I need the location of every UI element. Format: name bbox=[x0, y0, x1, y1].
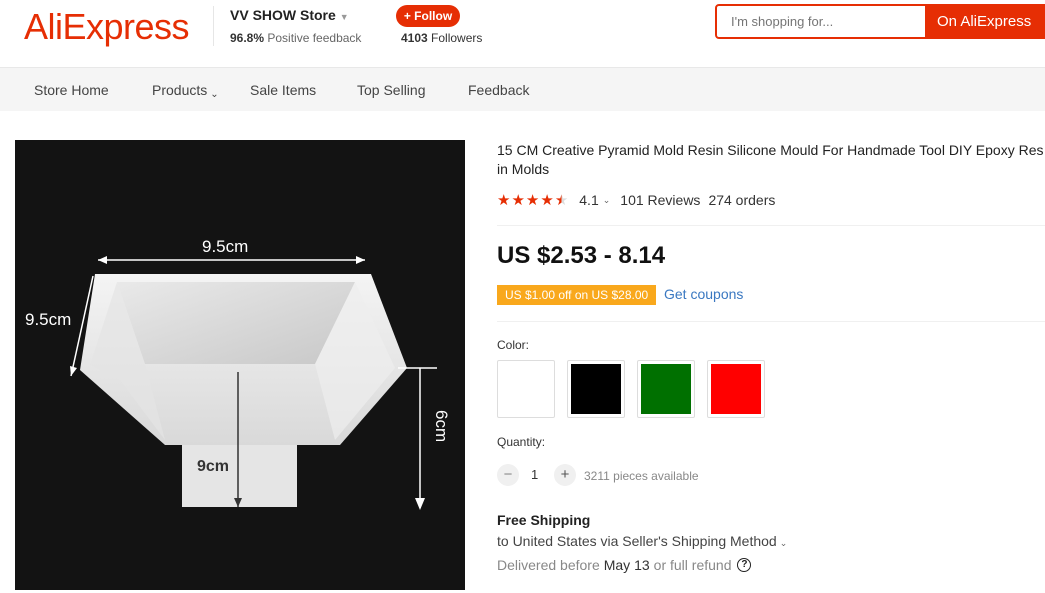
pyramid-mold-photo: 9.5cm 9.5cm 6cm 9cm bbox=[25, 237, 451, 510]
follow-button[interactable]: + Follow bbox=[396, 5, 460, 27]
star-icon: ★ bbox=[497, 191, 511, 209]
swatch-fill bbox=[571, 364, 621, 414]
feedback-text: Positive feedback bbox=[267, 31, 362, 45]
dimension-label-inner: 9cm bbox=[197, 458, 229, 475]
shipping-method[interactable]: to United States via Seller's Shipping M… bbox=[497, 533, 787, 549]
color-label: Color: bbox=[497, 338, 530, 352]
delivered-suffix: or full refund bbox=[653, 557, 732, 573]
store-name-label: VV SHOW Store bbox=[230, 7, 336, 23]
store-header: AliExpress VV SHOW Store ▼ 96.8% Positive… bbox=[0, 0, 1045, 67]
rating-row: ★ ★ ★ ★ ★ 4.1 ⌄ 101 Reviews 274 orders bbox=[497, 191, 775, 209]
search-bar: On AliExpress bbox=[715, 4, 1045, 39]
nav-item-products-label: Products bbox=[152, 82, 208, 98]
delivered-prefix: Delivered before bbox=[497, 557, 600, 573]
dimension-label-left: 9.5cm bbox=[25, 310, 71, 329]
reviews-count[interactable]: 101 Reviews bbox=[620, 192, 700, 208]
nav-item-products[interactable]: Products ⌄ bbox=[152, 82, 219, 100]
chevron-down-icon: ⌄ bbox=[210, 89, 219, 100]
swatch-fill bbox=[641, 364, 691, 414]
chevron-down-icon[interactable]: ⌄ bbox=[603, 195, 611, 206]
store-feedback: 96.8% Positive feedback bbox=[230, 31, 361, 45]
divider bbox=[497, 321, 1045, 322]
delivery-estimate: Delivered before May 13 or full refund ? bbox=[497, 557, 752, 573]
divider bbox=[497, 225, 1045, 226]
star-icon: ★ bbox=[511, 191, 525, 209]
rating-value[interactable]: 4.1 bbox=[579, 192, 598, 208]
quantity-decrease-button[interactable]: − bbox=[497, 464, 519, 486]
rating-stars: ★ ★ ★ ★ ★ bbox=[497, 193, 569, 208]
feedback-percent: 96.8% bbox=[230, 31, 265, 45]
help-icon[interactable]: ? bbox=[737, 558, 752, 572]
aliexpress-logo[interactable]: AliExpress bbox=[24, 6, 190, 48]
nav-item-top-selling[interactable]: Top Selling bbox=[357, 82, 426, 98]
dimension-label-height: 6cm bbox=[432, 410, 451, 442]
mold-opening bbox=[117, 282, 355, 364]
store-nav: Store Home Products ⌄ Sale Items Top Sell… bbox=[0, 67, 1045, 111]
pieces-available: 3211 pieces available bbox=[584, 469, 699, 483]
product-title: 15 CM Creative Pyramid Mold Resin Silico… bbox=[497, 142, 1044, 177]
quantity-increase-button[interactable]: + bbox=[554, 464, 576, 486]
store-name[interactable]: VV SHOW Store ▼ bbox=[230, 7, 349, 23]
search-input[interactable] bbox=[731, 14, 921, 29]
product-image[interactable]: 9.5cm 9.5cm 6cm 9cm bbox=[15, 140, 465, 590]
get-coupons-link[interactable]: Get coupons bbox=[664, 286, 743, 302]
search-button[interactable]: On AliExpress bbox=[925, 4, 1045, 39]
star-icon: ★ bbox=[525, 191, 540, 209]
nav-item-feedback[interactable]: Feedback bbox=[468, 82, 529, 98]
chevron-down-icon: ⌄ bbox=[779, 538, 788, 548]
swatch-fill bbox=[711, 364, 761, 414]
swatch-fill bbox=[501, 364, 551, 414]
nav-item-sale-items[interactable]: Sale Items bbox=[250, 82, 316, 98]
shipping-method-label: to United States via Seller's Shipping M… bbox=[497, 533, 777, 549]
product-price: US $2.53 - 8.14 bbox=[497, 242, 666, 269]
coupon-badge[interactable]: US $1.00 off on US $28.00 bbox=[494, 285, 657, 305]
followers-count: 4103 Followers bbox=[401, 31, 482, 45]
color-swatch-black[interactable] bbox=[567, 360, 625, 418]
delivered-date: May 13 bbox=[603, 557, 650, 573]
quantity-label: Quantity: bbox=[497, 435, 546, 449]
color-swatch-red[interactable] bbox=[707, 360, 765, 418]
quantity-value[interactable]: 1 bbox=[531, 467, 538, 482]
chevron-down-icon: ▼ bbox=[339, 12, 349, 22]
shipping-title: Free Shipping bbox=[497, 512, 591, 528]
followers-number: 4103 bbox=[401, 31, 428, 45]
orders-count: 274 orders bbox=[708, 192, 776, 208]
star-half-icon: ★ bbox=[554, 191, 569, 209]
star-icon: ★ bbox=[540, 191, 554, 209]
followers-text: Followers bbox=[431, 31, 483, 45]
nav-item-store-home[interactable]: Store Home bbox=[34, 82, 109, 98]
color-swatch-white[interactable] bbox=[497, 360, 555, 418]
color-swatch-green[interactable] bbox=[637, 360, 695, 418]
mold-base bbox=[182, 445, 297, 507]
dimension-label-top: 9.5cm bbox=[202, 237, 248, 256]
header-divider bbox=[213, 6, 214, 46]
